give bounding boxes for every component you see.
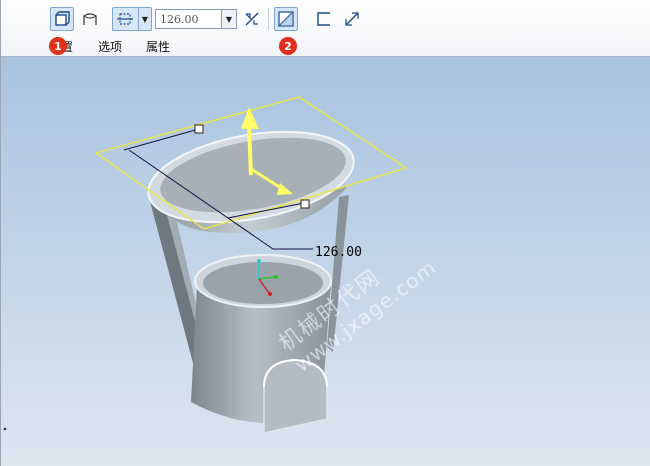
lower-cylinder-opening <box>203 262 323 304</box>
depth-value-input[interactable] <box>156 11 220 27</box>
annotation-badge-2: 2 <box>279 37 297 55</box>
triad-y-tip <box>257 259 261 263</box>
view-marker-dot <box>3 427 7 431</box>
solid-extrude-button[interactable] <box>50 7 74 31</box>
dimension-value-label[interactable]: 126.00 <box>315 245 362 260</box>
drag-handle-top[interactable] <box>194 124 204 134</box>
tab-properties[interactable]: 属性 <box>146 38 170 55</box>
dimension-extension-top <box>123 128 200 151</box>
triad-z-tip <box>268 292 272 296</box>
flip-direction-icon <box>245 12 259 26</box>
flip-thicken-icon <box>345 12 359 26</box>
solid-extrude-icon <box>55 11 70 26</box>
surface-extrude-icon <box>83 13 97 25</box>
thicken-sketch-icon <box>317 12 330 26</box>
arch-boss <box>263 359 328 434</box>
drag-arrow-vertical <box>247 124 253 176</box>
model-view <box>3 96 408 434</box>
toolbar-separator <box>268 8 269 30</box>
remove-material-icon <box>278 11 294 27</box>
annotation-badge-1: 1 <box>49 37 67 55</box>
tab-options[interactable]: 选项 <box>98 38 122 55</box>
dropdown-arrow-icon[interactable]: ▼ <box>138 8 151 30</box>
depth-value-field[interactable]: ▼ <box>155 9 237 29</box>
extrude-dashboard: ▼ ▼ 置 选项 属 <box>0 0 650 57</box>
flip-direction-button[interactable] <box>240 7 264 31</box>
depth-dropdown-icon[interactable]: ▼ <box>221 10 236 28</box>
drag-handle-bottom[interactable] <box>300 199 310 209</box>
remove-material-button[interactable] <box>274 7 298 31</box>
surface-extrude-button[interactable] <box>78 7 102 31</box>
right-strut <box>327 195 349 352</box>
flip-thicken-button[interactable] <box>340 7 364 31</box>
depth-option-button[interactable]: ▼ <box>112 7 152 31</box>
drag-arrow-vertical-head[interactable] <box>241 107 259 129</box>
triad-x-tip <box>274 275 278 279</box>
thicken-sketch-button[interactable] <box>312 7 336 31</box>
graphics-viewport[interactable]: 126.00 机械时代网 www.jxage.com <box>1 57 650 466</box>
depth-option-icon <box>117 13 133 25</box>
